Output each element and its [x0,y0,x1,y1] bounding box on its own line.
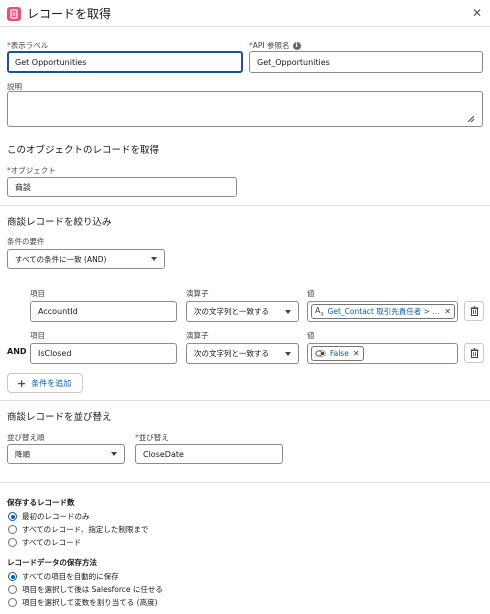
operator-select[interactable]: 次の文字列と一致する [186,301,299,322]
description-textarea[interactable] [7,91,483,127]
sort-order-select[interactable]: 降順 [7,444,125,464]
chevron-down-icon [151,257,157,261]
section-divider [0,400,490,401]
sort-field-label: *並び替え [135,433,169,442]
api-name-input[interactable]: Get_Opportunities [249,51,483,73]
sort-field-input[interactable]: CloseDate [135,444,283,464]
chevron-down-icon [285,351,291,356]
close-icon[interactable]: ✕ [472,6,482,20]
radio-button[interactable] [8,598,17,607]
object-label: *オブジェクト [7,166,56,175]
radio-button[interactable] [8,512,17,521]
condition-requirement-select[interactable]: すべての条件に一致 (AND) [7,249,165,269]
radio-option[interactable]: 項目を選択して変数を割り当てる (高度) [8,597,158,608]
section-divider [0,482,490,483]
radio-button[interactable] [8,585,17,594]
field-input[interactable]: AccountId [30,301,177,322]
field-label: 項目 [30,289,45,298]
sort-section-title: 商談レコードを並び替え [7,412,112,423]
object-section-title: このオブジェクトのレコードを取得 [7,145,160,156]
radio-option[interactable]: すべてのレコード [8,537,81,548]
radio-button[interactable] [8,572,17,581]
operator-label: 演算子 [186,331,209,340]
value-label: 値 [307,289,315,298]
add-condition-button[interactable]: + 条件を追加 [7,373,83,393]
store-method-title: レコードデータの保存方法 [7,558,97,567]
trash-icon [470,348,478,358]
and-connector: AND [7,347,27,356]
value-input[interactable]: Aa Get_Contact 取引先責任者 > ... ✕ [307,301,458,322]
sort-order-label: 並び替え順 [7,433,45,442]
value-label: 値 [307,331,315,340]
radio-option[interactable]: 最初のレコードのみ [8,511,90,522]
radio-button[interactable] [8,525,17,534]
label-input[interactable]: Get Opportunities [7,51,243,73]
trash-icon [470,306,478,316]
field-label: 項目 [30,331,45,340]
get-records-icon [7,7,21,21]
radio-option[interactable]: すべての項目を自動的に保存 [8,571,119,582]
value-pill[interactable]: False ✕ [311,346,364,361]
radio-option[interactable]: すべてのレコード、指定した制限まで [8,524,148,535]
field-input[interactable]: IsClosed [30,343,177,364]
remove-pill-icon[interactable]: ✕ [444,307,451,316]
api-name-field-label: *API 参照名 i [249,40,301,51]
remove-pill-icon[interactable]: ✕ [353,349,360,358]
section-divider [0,205,490,206]
plus-icon: + [17,376,27,390]
info-icon[interactable]: i [292,41,301,50]
value-input[interactable]: False ✕ [307,343,458,364]
modal-header: レコードを取得 ✕ [0,0,490,27]
resize-handle-icon[interactable] [467,115,474,122]
chevron-down-icon [111,452,117,456]
modal-title: レコードを取得 [27,7,112,21]
delete-condition-button[interactable] [464,301,484,321]
radio-option[interactable]: 項目を選択して後は Salesforce に任せる [8,584,163,595]
text-resource-icon: Aa [315,305,324,318]
chevron-down-icon [285,309,291,314]
radio-button[interactable] [8,538,17,547]
records-to-store-title: 保存するレコード数 [7,498,75,507]
boolean-toggle-icon [315,350,326,357]
operator-select[interactable]: 次の文字列と一致する [186,343,299,364]
filter-section-title: 商談レコードを絞り込み [7,217,112,228]
delete-condition-button[interactable] [464,343,484,363]
object-input[interactable]: 商談 [7,177,237,197]
value-pill[interactable]: Aa Get_Contact 取引先責任者 > ... ✕ [311,304,455,319]
operator-label: 演算子 [186,289,209,298]
label-field-label: *表示ラベル [7,41,49,50]
condition-requirement-label: 条件の要件 [7,237,45,246]
